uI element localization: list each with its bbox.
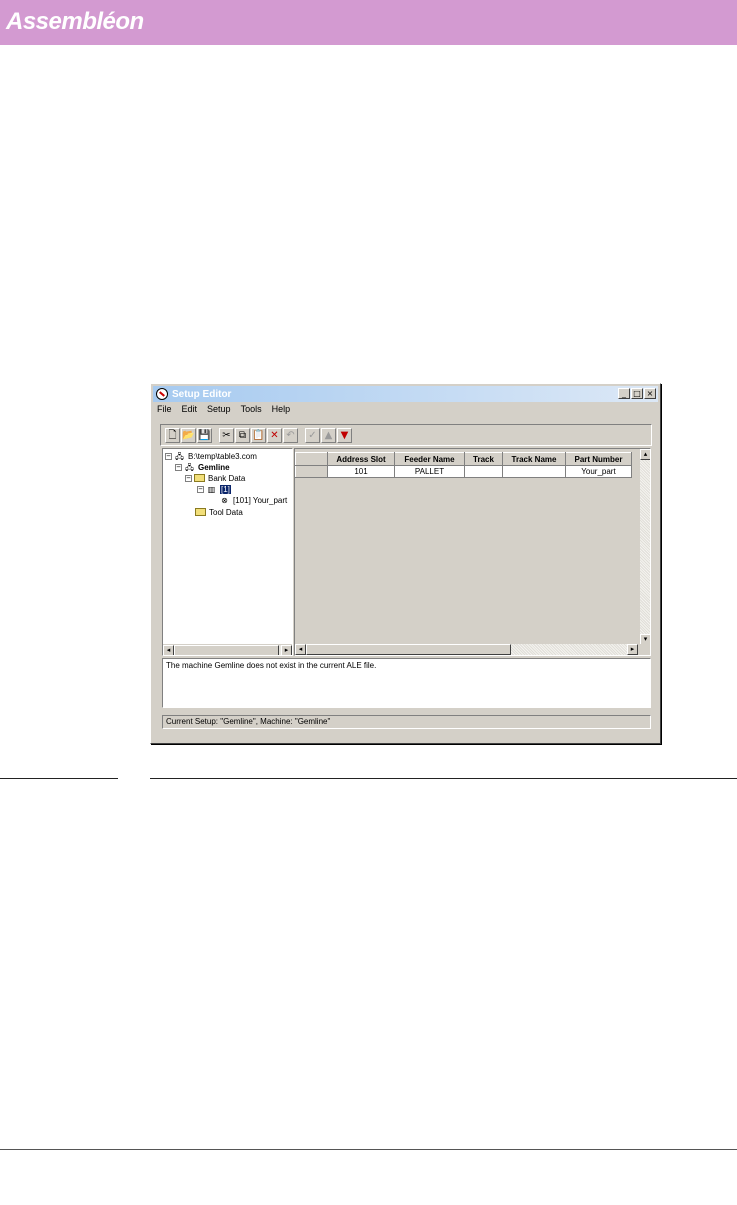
tree-feeder[interactable]: − ▥ [1] — [197, 484, 231, 494]
machine-icon: 🖧 — [185, 462, 194, 472]
save-icon[interactable]: 💾 — [197, 427, 212, 443]
collapse-icon[interactable]: − — [165, 452, 172, 460]
toolbar: 🗋 📂 💾 ✂ ⧉ 📋 ✕ ↶ ✓ ▲ ▼ — [160, 424, 652, 446]
new-icon[interactable]: 🗋 — [165, 427, 180, 443]
part-icon: ⊗ — [221, 495, 228, 505]
tree-machine-label: Gemline — [198, 462, 230, 472]
divider-left — [0, 778, 118, 779]
table-cell[interactable]: PALLET — [394, 465, 465, 478]
divider-right — [150, 778, 737, 779]
file-network-icon: 🖧 — [175, 451, 184, 461]
grid-vertical-scrollbar[interactable]: ▴ ▾ — [639, 449, 650, 645]
scroll-left-icon[interactable]: ◂ — [295, 644, 306, 655]
check-icon[interactable]: ✓ — [305, 427, 320, 443]
row-header[interactable] — [295, 465, 328, 478]
tree-root-label: B:\temp\table3.com — [188, 451, 257, 461]
bank-data-grid: Address Slot Feeder Name Track Track Nam… — [294, 448, 651, 656]
tree-machine[interactable]: − 🖧 Gemline — [175, 462, 230, 472]
column-header[interactable]: Part Number — [565, 452, 632, 466]
table-cell[interactable] — [464, 465, 503, 478]
close-button[interactable]: × — [644, 388, 656, 399]
copy-icon[interactable]: ⧉ — [235, 427, 250, 443]
collapse-icon[interactable]: − — [197, 485, 204, 493]
grid-horizontal-scrollbar[interactable]: ◂ ▸ — [295, 644, 650, 655]
message-panel: The machine Gemline does not exist in th… — [162, 658, 651, 708]
table-row[interactable]: 101 PALLET Your_part — [295, 465, 632, 478]
cut-icon[interactable]: ✂ — [219, 427, 234, 443]
table-cell[interactable] — [502, 465, 566, 478]
scroll-right-icon[interactable]: ▸ — [281, 645, 292, 655]
menu-help[interactable]: Help — [272, 404, 291, 417]
feeder-icon: ▥ — [207, 484, 216, 494]
menu-tools[interactable]: Tools — [241, 404, 262, 417]
menu-bar: File Edit Setup Tools Help — [155, 404, 290, 417]
folder-icon — [194, 474, 205, 482]
open-icon[interactable]: 📂 — [181, 427, 196, 443]
menu-edit[interactable]: Edit — [182, 404, 198, 417]
scroll-right-icon[interactable]: ▸ — [627, 644, 638, 655]
undo-icon[interactable]: ↶ — [283, 427, 298, 443]
window-title: Setup Editor — [172, 388, 232, 400]
tree-part[interactable]: ⊗ [101] Your_part — [219, 495, 287, 505]
folder-icon — [195, 508, 206, 516]
column-header[interactable]: Track Name — [502, 452, 566, 466]
data-table: Address Slot Feeder Name Track Track Nam… — [295, 452, 632, 478]
title-bar[interactable]: Setup Editor _ □ × — [153, 386, 658, 402]
tree-root[interactable]: − 🖧 B:\temp\table3.com — [165, 451, 257, 461]
maximize-button[interactable]: □ — [631, 388, 643, 399]
scroll-thumb[interactable] — [174, 645, 279, 655]
minimize-button[interactable]: _ — [618, 388, 630, 399]
collapse-icon[interactable]: − — [185, 474, 192, 482]
tree-part-label: [101] Your_part — [233, 495, 288, 505]
app-icon — [156, 388, 168, 400]
tree-bank-data[interactable]: − Bank Data — [185, 473, 245, 483]
up-arrow-icon[interactable]: ▲ — [321, 427, 336, 443]
scroll-thumb[interactable] — [306, 644, 511, 655]
collapse-icon[interactable]: − — [175, 463, 182, 471]
tree-horizontal-scrollbar[interactable]: ◂ ▸ — [163, 644, 292, 655]
row-header-corner — [295, 452, 328, 466]
tree-tool-data-label: Tool Data — [209, 507, 243, 517]
tree-feeder-label: [1] — [220, 484, 231, 494]
scroll-up-icon[interactable]: ▴ — [640, 449, 650, 460]
column-header[interactable]: Track — [464, 452, 503, 466]
footer-divider — [0, 1149, 737, 1150]
status-bar: Current Setup: "Gemline", Machine: "Geml… — [162, 715, 651, 729]
setup-tree: − 🖧 B:\temp\table3.com − 🖧 Gemline − Ban… — [162, 448, 293, 656]
delete-icon[interactable]: ✕ — [267, 427, 282, 443]
tree-tool-data[interactable]: Tool Data — [195, 507, 243, 517]
menu-file[interactable]: File — [157, 404, 172, 417]
down-arrow-icon[interactable]: ▼ — [337, 427, 352, 443]
brand-header: Assembléon — [0, 0, 737, 45]
tree-bank-data-label: Bank Data — [208, 473, 246, 483]
table-cell[interactable]: 101 — [327, 465, 395, 478]
assembleon-logo: Assembléon — [6, 8, 144, 35]
table-cell[interactable]: Your_part — [565, 465, 632, 478]
scroll-left-icon[interactable]: ◂ — [163, 645, 174, 655]
paste-icon[interactable]: 📋 — [251, 427, 266, 443]
column-header[interactable]: Feeder Name — [394, 452, 465, 466]
menu-setup[interactable]: Setup — [207, 404, 231, 417]
column-header[interactable]: Address Slot — [327, 452, 395, 466]
setup-editor-window: Setup Editor _ □ × File Edit Setup Tools… — [150, 383, 661, 744]
